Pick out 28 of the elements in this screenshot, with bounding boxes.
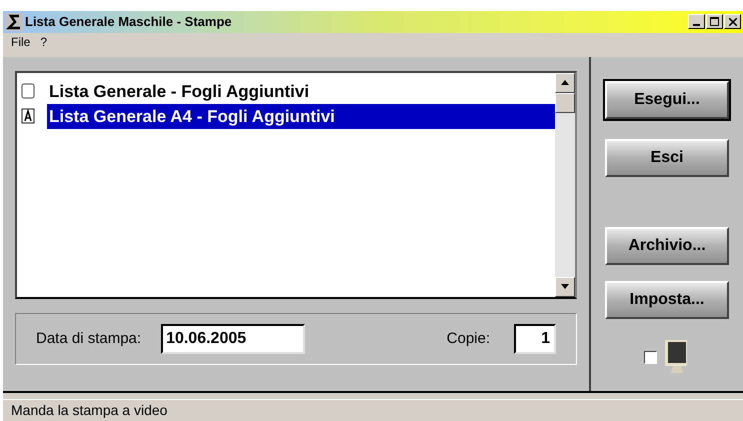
print-date-field[interactable]: 10.06.2005 — [161, 324, 306, 354]
list-item[interactable]: Lista Generale - Fogli Aggiuntivi — [47, 78, 555, 104]
copies-field[interactable]: 1 — [514, 324, 556, 354]
scrollbar[interactable] — [555, 72, 575, 297]
menu-item[interactable]: ? — [40, 32, 48, 51]
action-button[interactable]: Imposta... — [605, 280, 729, 319]
app-logo-icon — [5, 12, 23, 31]
close-icon — [728, 18, 736, 26]
maximize-button[interactable] — [706, 14, 723, 30]
scroll-thumb[interactable] — [555, 92, 575, 113]
close-button[interactable] — [724, 14, 741, 30]
document-icon — [21, 83, 35, 100]
list-item[interactable]: Lista Generale A4 - Fogli Aggiuntivi — [47, 104, 555, 130]
copies-label: Copie: — [446, 328, 490, 349]
status-bar: Manda la stampa a video — [3, 399, 743, 421]
action-button[interactable]: Esegui... — [605, 80, 729, 119]
action-button[interactable]: Esci — [605, 138, 729, 177]
down-arrow-icon — [561, 284, 569, 290]
screen-preview-checkbox[interactable] — [644, 351, 656, 364]
font-icon — [21, 108, 35, 124]
print-date-label: Data di stampa: — [36, 328, 142, 349]
window-title: Lista Generale Maschile - Stampe — [25, 13, 232, 32]
action-button[interactable]: Archivio... — [605, 226, 729, 265]
maximize-icon — [710, 17, 719, 26]
minimize-icon — [693, 24, 700, 26]
minimize-button[interactable] — [688, 14, 705, 30]
up-arrow-icon — [561, 80, 569, 86]
menu-item[interactable]: File — [11, 32, 30, 51]
